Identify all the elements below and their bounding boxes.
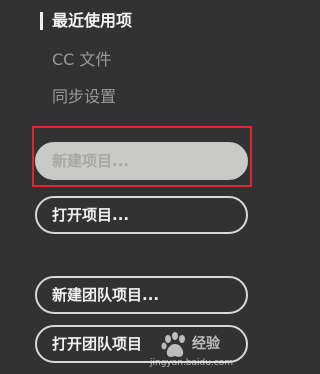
active-nav-indicator <box>40 12 43 30</box>
open-project-button[interactable]: 打开项目... <box>35 196 248 234</box>
nav-item-sync-settings[interactable]: 同步设置 <box>52 87 116 107</box>
nav-item-cc-files[interactable]: CC 文件 <box>52 50 111 70</box>
new-team-project-button[interactable]: 新建团队项目... <box>35 276 248 314</box>
nav-item-recent[interactable]: 最近使用项 <box>52 11 132 31</box>
open-team-project-button[interactable]: 打开团队项目 <box>35 325 248 363</box>
highlight-annotation-box <box>32 126 252 187</box>
start-panel: 最近使用项 CC 文件 同步设置 新建项目... 打开项目... 新建团队项目.… <box>0 0 271 374</box>
